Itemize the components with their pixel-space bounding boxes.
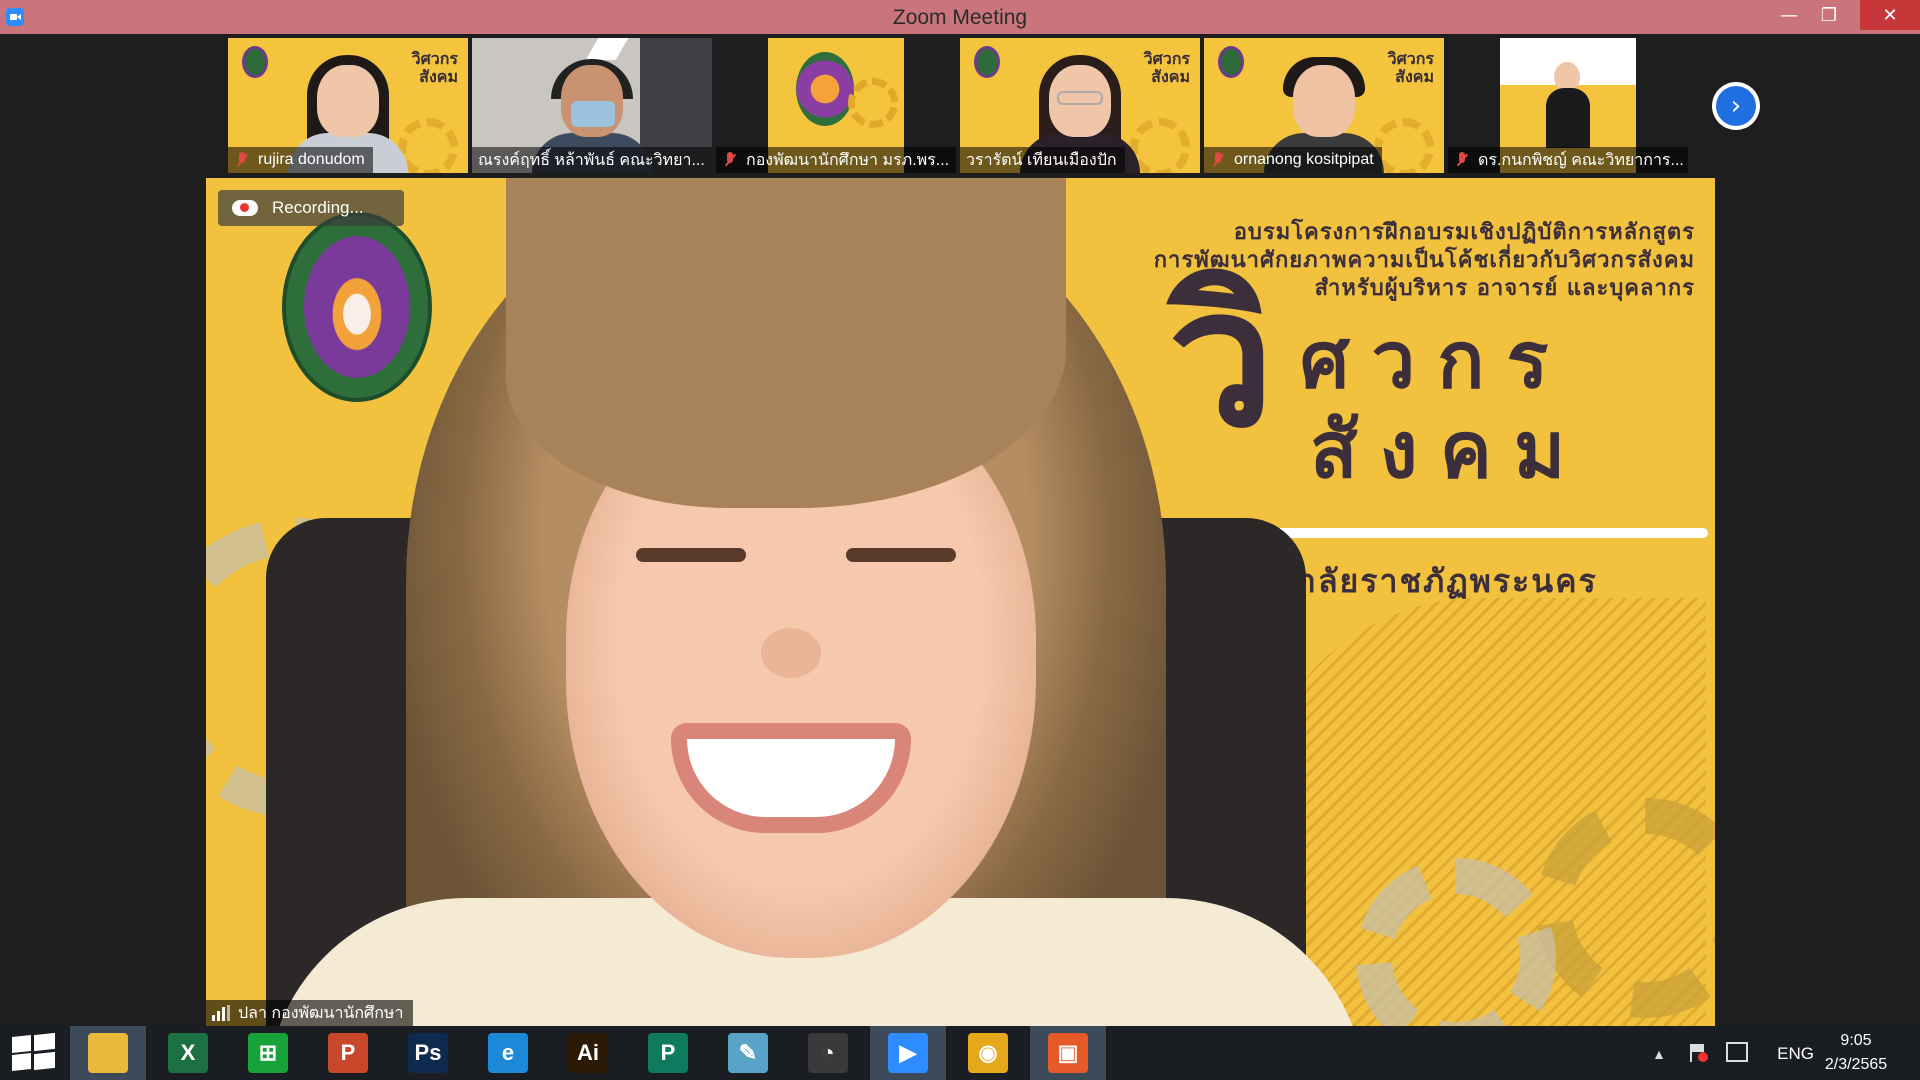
- input-language[interactable]: ENG: [1777, 1044, 1814, 1064]
- clock-date[interactable]: 2/3/2565: [1810, 1056, 1902, 1074]
- clock-time[interactable]: 9:05: [1816, 1032, 1896, 1050]
- next-page-button[interactable]: ›: [1712, 82, 1760, 130]
- taskbar: X ⊞ P Ps e Ai P ✎ ◔ ▶ ◉ ▣ ▲ ENG 9:05 2/3/2565: [0, 1026, 1920, 1080]
- participant-name-label: ณรงค์ฤทธิ์ หล้าพันธ์ คณะวิทยา...: [472, 147, 712, 173]
- title-bar: Zoom Meeting — ❐ ✕: [0, 0, 1920, 34]
- speaker-bangs: [506, 178, 1066, 508]
- muted-mic-icon: [1210, 151, 1226, 169]
- network-icon[interactable]: [1726, 1042, 1748, 1062]
- muted-mic-icon: [234, 151, 250, 169]
- signal-bars-icon: [212, 1005, 230, 1021]
- poster-mini-text: วิศวกร สังคม: [411, 49, 458, 86]
- taskbar-zoom-button[interactable]: ▶: [870, 1026, 946, 1080]
- university-seal-icon: [796, 52, 854, 126]
- taskbar-chrome-button[interactable]: ◉: [950, 1026, 1026, 1080]
- taskbar-photoscape-button[interactable]: ◔: [790, 1026, 866, 1080]
- taskbar-excel-button[interactable]: X: [150, 1026, 226, 1080]
- taskbar-publisher-button[interactable]: P: [630, 1026, 706, 1080]
- poster-title-word: สังคม: [1310, 406, 1588, 496]
- zoom-icon: ▶: [888, 1033, 928, 1073]
- muted-mic-icon: [1454, 151, 1470, 169]
- store-icon: ⊞: [248, 1033, 288, 1073]
- photoscape-icon: ◔: [808, 1033, 848, 1073]
- muted-mic-icon: [722, 151, 738, 169]
- photoshop-icon: Ps: [408, 1033, 448, 1073]
- windows-start-button[interactable]: [12, 1032, 55, 1071]
- action-center-flag-icon[interactable]: [1688, 1042, 1708, 1064]
- illustrator-icon: Ai: [568, 1033, 608, 1073]
- university-seal-icon: [282, 212, 432, 402]
- show-hidden-icons-icon[interactable]: ▲: [1652, 1046, 1666, 1062]
- taskbar-powerpoint-button[interactable]: P: [310, 1026, 386, 1080]
- participant-tile[interactable]: วิศวกร สังคม วรารัตน์ เทียนเมืองปัก: [960, 38, 1200, 173]
- speaker-nose: [761, 628, 821, 678]
- university-seal-icon: [1218, 46, 1244, 78]
- participant-tile[interactable]: ณรงค์ฤทธิ์ หล้าพันธ์ คณะวิทยา...: [472, 38, 712, 173]
- participant-name-label: rujira donudom: [228, 147, 373, 173]
- poster-big-letter: วิ: [1168, 246, 1275, 469]
- file-explorer-icon: [88, 1033, 128, 1073]
- publisher-icon: P: [648, 1033, 688, 1073]
- taskbar-photoshop-button[interactable]: Ps: [390, 1026, 466, 1080]
- window-title: Zoom Meeting: [892, 6, 1028, 29]
- taskbar-notepad-button[interactable]: ✎: [710, 1026, 786, 1080]
- cloud-record-icon: [232, 200, 258, 216]
- taskbar-file-explorer-button[interactable]: [70, 1026, 146, 1080]
- speaker-eye: [636, 548, 746, 562]
- excel-icon: X: [168, 1033, 208, 1073]
- participant-strip: วิศวกร สังคม rujira donudom ณรงค์ฤทธิ์ หล…: [228, 38, 1692, 173]
- recording-indicator[interactable]: Recording...: [218, 190, 404, 226]
- powerpoint-icon: P: [328, 1033, 368, 1073]
- internet-explorer-icon: e: [488, 1033, 528, 1073]
- taskbar-store-button[interactable]: ⊞: [230, 1026, 306, 1080]
- participant-tile[interactable]: ดร.กนกพิชญ์ คณะวิทยาการ...: [1448, 38, 1688, 173]
- taskbar-internet-explorer-button[interactable]: e: [470, 1026, 546, 1080]
- recording-label: Recording...: [272, 198, 364, 217]
- participant-tile[interactable]: วิศวกร สังคม rujira donudom: [228, 38, 468, 173]
- paint-icon: ▣: [1048, 1033, 1088, 1073]
- participant-name-label: ดร.กนกพิชญ์ คณะวิทยาการ...: [1448, 147, 1688, 173]
- active-speaker-video[interactable]: อบรมโครงการฝึกอบรมเชิงปฏิบัติการหลักสูตร…: [206, 178, 1715, 1026]
- participant-tile[interactable]: วิศวกร สังคม ornanong kositpipat: [1204, 38, 1444, 173]
- university-seal-icon: [974, 46, 1000, 78]
- close-button[interactable]: ✕: [1860, 0, 1920, 30]
- taskbar-illustrator-button[interactable]: Ai: [550, 1026, 626, 1080]
- poster-mini-text: วิศวกร สังคม: [1387, 49, 1434, 86]
- participant-tile[interactable]: กองพัฒนานักศึกษา มรภ.พร...: [716, 38, 956, 173]
- taskbar-paint-button[interactable]: ▣: [1030, 1026, 1106, 1080]
- participant-name-label: กองพัฒนานักศึกษา มรภ.พร...: [716, 147, 956, 173]
- speaker-eye: [846, 548, 956, 562]
- participant-name-label: วรารัตน์ เทียนเมืองปัก: [960, 147, 1125, 173]
- notepad-icon: ✎: [728, 1033, 768, 1073]
- participant-name-label: ornanong kositpipat: [1204, 147, 1382, 173]
- restore-button[interactable]: ❐: [1806, 0, 1852, 30]
- chevron-right-icon: ›: [1716, 86, 1756, 126]
- university-seal-icon: [242, 46, 268, 78]
- active-speaker-label: ปลา กองพัฒนานักศึกษา: [206, 1000, 414, 1026]
- chrome-icon: ◉: [968, 1033, 1008, 1073]
- poster-mini-text: วิศวกร สังคม: [1143, 49, 1190, 86]
